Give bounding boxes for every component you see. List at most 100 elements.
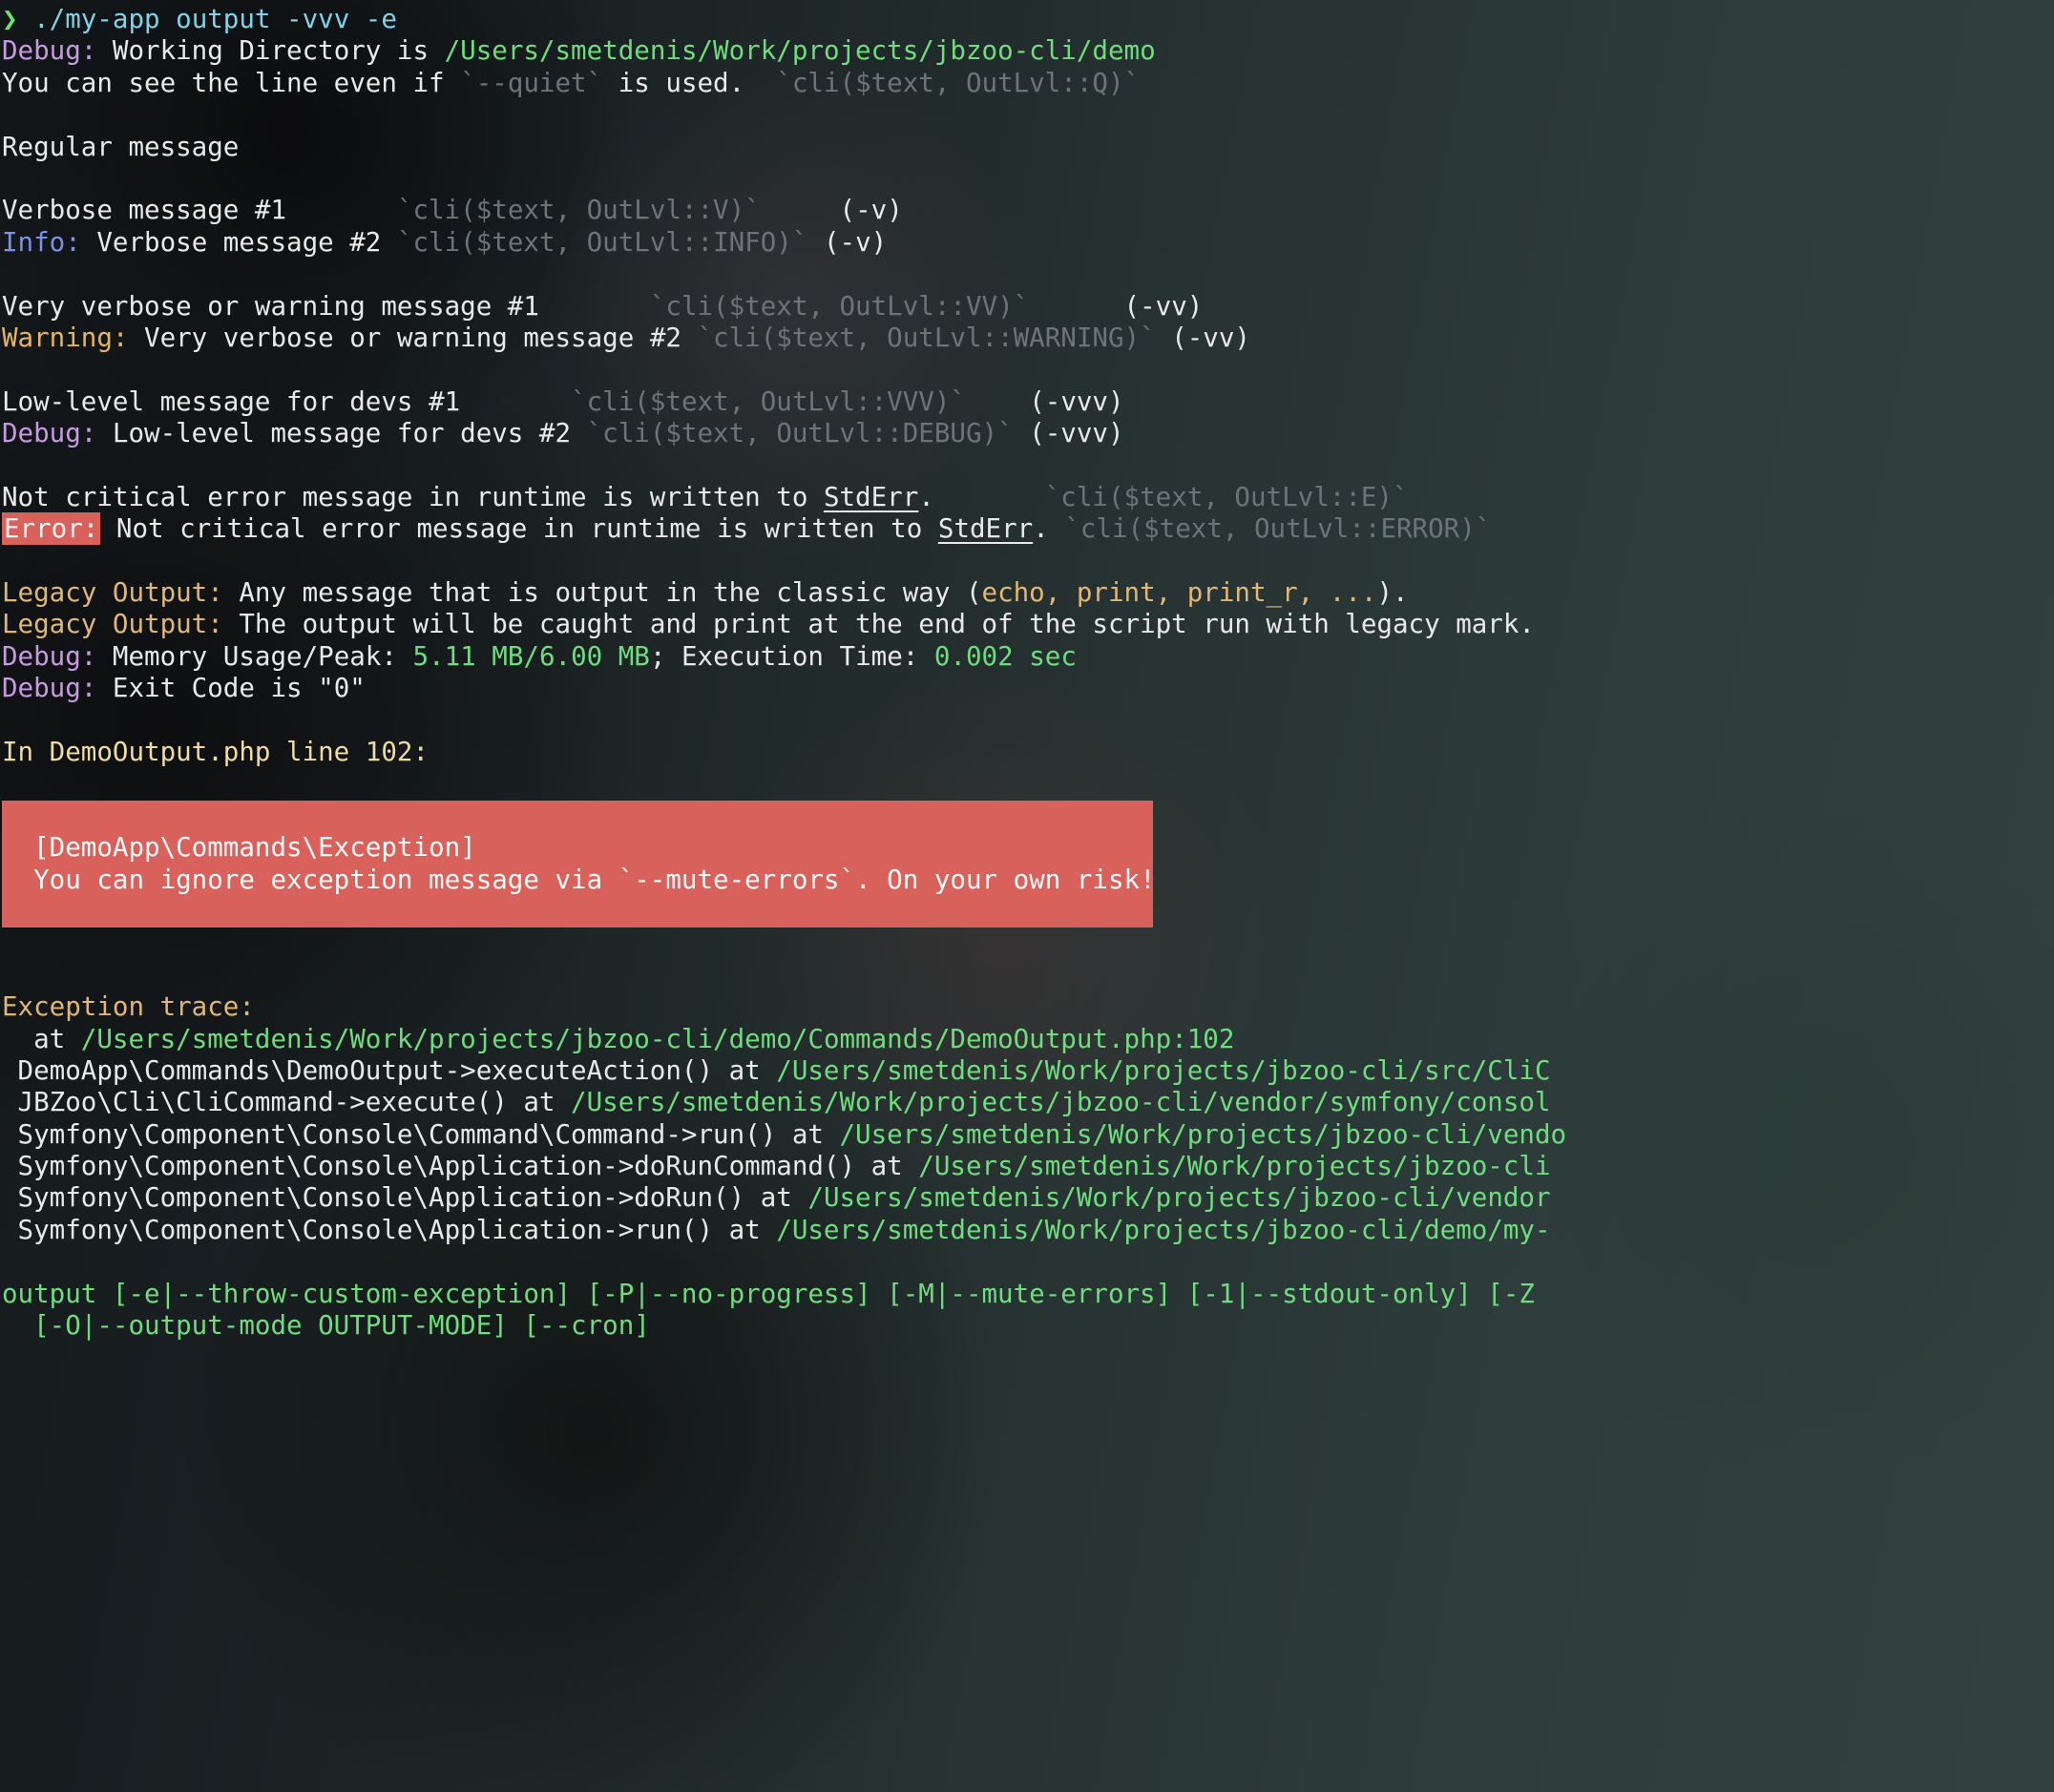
- trace-2-call: DemoApp\Commands\DemoOutput->executeActi…: [2, 1054, 777, 1086]
- trace-1-path: /Users/smetdenis/Work/projects/jbzoo-cli…: [80, 1023, 1235, 1054]
- debug-lowlevel-text: Low-level message for devs #2: [96, 418, 587, 449]
- quiet-line: You can see the line even if `--quiet` i…: [0, 68, 2054, 99]
- legacy1-code: echo, print, print_r, ...: [981, 577, 1377, 609]
- trace-5-call: Symfony\Component\Console\Application->d…: [2, 1151, 919, 1182]
- trace-1-prefix: at: [2, 1023, 81, 1054]
- legacy-label: Legacy Output:: [2, 609, 223, 640]
- prompt-symbol-icon: ❯: [2, 4, 18, 34]
- vverbose1-line: Very verbose or warning message #1 `cli(…: [0, 291, 2054, 323]
- warning-line: Warning: Very verbose or warning message…: [0, 323, 2054, 354]
- trace-4-call: Symfony\Component\Console\Command\Comman…: [2, 1118, 840, 1150]
- quiet-text-b: is used.: [602, 67, 777, 98]
- debug-label: Debug:: [2, 640, 97, 672]
- vverbose1-hint: `cli($text, OutLvl::VV)`: [649, 290, 1030, 322]
- lowlevel1-line: Low-level message for devs #1 `cli($text…: [0, 386, 2054, 418]
- trace-2-path: /Users/smetdenis/Work/projects/jbzoo-cli…: [776, 1054, 1551, 1086]
- verbose1-line: Verbose message #1 `cli($text, OutLvl::V…: [0, 195, 2054, 226]
- memory-sep: /: [523, 640, 539, 672]
- trace-line-7: Symfony\Component\Console\Application->r…: [0, 1215, 2054, 1246]
- vverbose1-flag: (-vv): [1123, 290, 1204, 322]
- trace-7-call: Symfony\Component\Console\Application->r…: [2, 1214, 777, 1245]
- error-text-b: .: [1033, 513, 1065, 545]
- debug-lowlevel-line: Debug: Low-level message for devs #2 `cl…: [0, 418, 2054, 449]
- debug-cwd-path: /Users/smetdenis/Work/projects/jbzoo-cli…: [444, 35, 1156, 67]
- trace-6-call: Symfony\Component\Console\Application->d…: [2, 1182, 808, 1214]
- exit-code-text: Exit Code is "0": [96, 673, 366, 704]
- trace-header-line: Exception trace:: [0, 991, 2054, 1023]
- error-hint: `cli($text, OutLvl::ERROR)`: [1064, 513, 1492, 545]
- verbose1-flag: (-v): [839, 195, 903, 226]
- trace-line-2: DemoApp\Commands\DemoOutput->executeActi…: [0, 1055, 2054, 1087]
- lowlevel1-flag: (-vvv): [1029, 385, 1124, 417]
- exception-block-pad-top: [2, 801, 1153, 832]
- debug-label: Debug:: [2, 418, 97, 449]
- error-line: Error: Not critical error message in run…: [0, 512, 2054, 546]
- trace-3-call: JBZoo\Cli\CliCommand->execute() at: [2, 1087, 572, 1118]
- trace-5-path: /Users/smetdenis/Work/projects/jbzoo-cli: [918, 1151, 1551, 1182]
- memory-text-b: ; Execution Time:: [649, 640, 934, 672]
- info-gap: [807, 227, 824, 258]
- warning-label: Warning:: [2, 322, 129, 353]
- info-flag: (-v): [823, 226, 888, 258]
- prompt-line: ❯ ./my-app output -vvv -e: [0, 4, 2054, 35]
- exception-block: [DemoApp\Commands\Exception] You can ign…: [2, 800, 1156, 928]
- warning-hint: `cli($text, OutLvl::WARNING)`: [697, 322, 1156, 353]
- legacy-output-line-2: Legacy Output: The output will be caught…: [0, 609, 2054, 640]
- stderr-plain-gap: [934, 482, 1045, 512]
- usage-line-1: output [-e|--throw-custom-exception] [-P…: [0, 1279, 2054, 1310]
- debug-lowlevel-hint: `cli($text, OutLvl::DEBUG)`: [586, 418, 1014, 449]
- terminal-window[interactable]: ❯ ./my-app output -vvv -e Debug: Working…: [0, 0, 2054, 1792]
- command-text: ./my-app output -vvv -e: [33, 4, 397, 34]
- legacy-label: Legacy Output:: [2, 577, 223, 609]
- exit-code-line: Debug: Exit Code is "0": [0, 673, 2054, 704]
- lowlevel1-hint: `cli($text, OutLvl::VVV)`: [571, 385, 966, 417]
- debug-label: Debug:: [2, 673, 97, 704]
- verbose1-gap: [286, 195, 397, 225]
- trace-4-path: /Users/smetdenis/Work/projects/jbzoo-cli…: [839, 1118, 1567, 1150]
- usage-1-text: output [-e|--throw-custom-exception] [-P…: [2, 1278, 1535, 1309]
- legacy2-text: The output will be caught and print at t…: [222, 609, 1535, 640]
- trace-line-6: Symfony\Component\Console\Application->d…: [0, 1182, 2054, 1214]
- stderr-plain-text-a: Not critical error message in runtime is…: [2, 481, 824, 512]
- usage-line-2: [-O|--output-mode OUTPUT-MODE] [--cron]: [0, 1310, 2054, 1342]
- verbose1-gap2: [761, 195, 840, 225]
- legacy1-text-b: ).: [1376, 577, 1409, 609]
- debug-cwd-text: Working Directory is: [96, 35, 445, 67]
- vverbose1-gap: [539, 291, 650, 322]
- exception-class-line: [DemoApp\Commands\Exception]: [2, 832, 476, 864]
- warning-flag: (-vv): [1171, 322, 1250, 353]
- vverbose1-text: Very verbose or warning message #1: [2, 290, 539, 322]
- stderr-plain-hint: `cli($text, OutLvl::E)`: [1044, 481, 1409, 512]
- exception-block-pad-bottom: [2, 896, 1153, 927]
- lowlevel1-gap: [460, 386, 571, 417]
- memory-usage-line: Debug: Memory Usage/Peak: 5.11 MB/6.00 M…: [0, 641, 2054, 673]
- info-text: Verbose message #2: [80, 226, 397, 258]
- debug-cwd-line: Debug: Working Directory is /Users/smetd…: [0, 35, 2054, 67]
- trace-7-path: /Users/smetdenis/Work/projects/jbzoo-cli…: [776, 1214, 1551, 1245]
- trace-3-path: /Users/smetdenis/Work/projects/jbzoo-cli…: [571, 1087, 1551, 1118]
- usage-2-text: [-O|--output-mode OUTPUT-MODE] [--cron]: [2, 1310, 650, 1342]
- debug-label: Debug:: [2, 35, 97, 67]
- quiet-code: `--quiet`: [460, 67, 603, 98]
- exception-message-line: You can ignore exception message via `--…: [2, 864, 1156, 895]
- stderr-plain-text-b: .: [918, 481, 934, 512]
- legacy1-text-a: Any message that is output in the classi…: [222, 577, 982, 609]
- info-line: Info: Verbose message #2 `cli($text, Out…: [0, 227, 2054, 259]
- vverbose1-gap2: [1029, 291, 1123, 322]
- stderr-plain-keyword: StdErr: [823, 481, 919, 512]
- debug-lowlevel-gap: [1014, 418, 1030, 448]
- exception-header-line: In DemoOutput.php line 102:: [0, 737, 2054, 768]
- memory-used-value: 5.11 MB: [412, 640, 524, 672]
- exception-header-text: In DemoOutput.php line 102:: [2, 736, 430, 767]
